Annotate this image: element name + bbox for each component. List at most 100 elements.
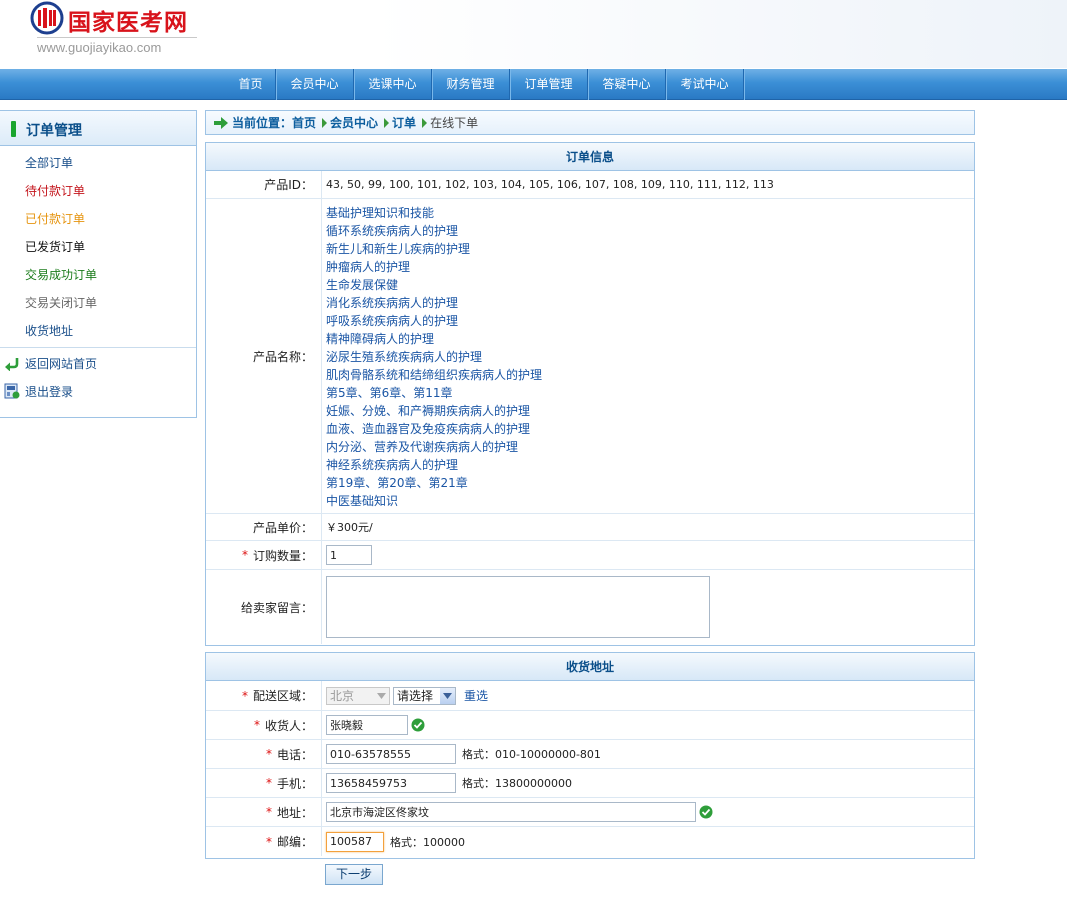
breadcrumb-prefix: 当前位置： [232, 116, 293, 130]
breadcrumb-separator-icon [322, 117, 328, 128]
region-label-cell: * 配送区域： [206, 681, 322, 710]
price-row: 产品单价： ￥300元/ [206, 514, 974, 541]
sidebar: 订单管理 全部订单 待付款订单 已付款订单 已发货订单 交易成功订单 交易关闭订… [0, 110, 197, 418]
product-name-link[interactable]: 第5章、第6章、第11章 [326, 384, 542, 402]
phone-hint: 格式：010-10000000-801 [462, 748, 601, 761]
logo-divider [37, 37, 197, 38]
mobile-label: 手机： [276, 776, 313, 791]
required-mark: * [265, 834, 272, 849]
breadcrumb-member-center[interactable]: 会员中心 [330, 114, 378, 131]
nav-item-qa-center[interactable]: 答疑中心 [588, 69, 666, 100]
phone-input[interactable] [326, 744, 456, 764]
sidebar-title-marker [11, 121, 16, 137]
product-name-link[interactable]: 循环系统疾病病人的护理 [326, 222, 542, 240]
address-input[interactable] [326, 802, 696, 822]
nav-item-course-center[interactable]: 选课中心 [354, 69, 432, 100]
product-name-link[interactable]: 中医基础知识 [326, 492, 542, 510]
main-nav: 首页 会员中心 选课中心 财务管理 订单管理 答疑中心 考试中心 [0, 69, 1067, 100]
sidebar-home-link[interactable]: 返回网站首页 [4, 354, 97, 372]
product-name-list: 基础护理知识和技能 循环系统疾病病人的护理 新生儿和新生儿疾病的护理 肿瘤病人的… [326, 199, 542, 515]
city-select[interactable]: 请选择 [393, 686, 456, 705]
logo-emblem-icon [30, 1, 64, 35]
product-name-link[interactable]: 基础护理知识和技能 [326, 204, 542, 222]
quantity-label: 订购数量： [252, 548, 313, 563]
check-ok-icon [699, 805, 713, 819]
breadcrumb-orders[interactable]: 订单 [392, 114, 416, 131]
breadcrumb: 当前位置： 首页 会员中心 订单 在线下单 [205, 110, 975, 135]
sidebar-item-paid[interactable]: 已付款订单 [25, 210, 85, 227]
reselect-link[interactable]: 重选 [464, 687, 488, 704]
required-mark: * [241, 548, 248, 562]
address-title: 收货地址 [206, 653, 974, 681]
sidebar-item-address[interactable]: 收货地址 [25, 322, 73, 339]
message-textarea[interactable] [326, 576, 710, 638]
sidebar-item-completed[interactable]: 交易成功订单 [25, 266, 97, 283]
mobile-input[interactable] [326, 773, 456, 793]
sidebar-item-all-orders[interactable]: 全部订单 [25, 154, 73, 171]
quantity-cell [322, 541, 974, 569]
nav-item-exam-center[interactable]: 考试中心 [666, 69, 744, 100]
phone-row: * 电话： 格式：010-10000000-801 [206, 740, 974, 769]
region-cell: 北京 请选择 重选 [322, 681, 974, 710]
nav-item-member-center[interactable]: 会员中心 [276, 69, 354, 100]
quantity-input[interactable] [326, 545, 372, 565]
message-cell [322, 570, 974, 644]
breadcrumb-home[interactable]: 首页 [292, 114, 316, 131]
phone-label: 电话： [276, 747, 313, 762]
product-name-label: 产品名称： [206, 199, 322, 513]
arrow-right-icon [214, 116, 228, 129]
zip-label: 邮编： [276, 835, 313, 849]
addr-label: 地址： [276, 805, 313, 820]
product-name-link[interactable]: 第19章、第20章、第21章 [326, 474, 542, 492]
price-label: 产品单价： [206, 514, 322, 540]
product-name-link[interactable]: 肌肉骨骼系统和结缔组织疾病病人的护理 [326, 366, 542, 384]
product-id-label: 产品ID： [206, 171, 322, 198]
site-header: 国家医考网 www.guojiayikao.com [0, 0, 1067, 68]
order-info-panel: 订单信息 产品ID： 43, 50, 99, 100, 101, 102, 10… [205, 142, 975, 646]
receiver-input[interactable] [326, 715, 408, 735]
nav-item-home[interactable]: 首页 [226, 69, 276, 100]
logo-url: www.guojiayikao.com [37, 40, 162, 55]
product-name-row: 产品名称： 基础护理知识和技能 循环系统疾病病人的护理 新生儿和新生儿疾病的护理… [206, 199, 974, 514]
product-name-link[interactable]: 肿瘤病人的护理 [326, 258, 542, 276]
breadcrumb-separator-icon [384, 117, 390, 128]
zip-input[interactable] [326, 831, 384, 852]
product-name-link[interactable]: 泌尿生殖系统疾病病人的护理 [326, 348, 542, 366]
quantity-row: * 订购数量： [206, 541, 974, 570]
product-name-link[interactable]: 呼吸系统疾病病人的护理 [326, 312, 542, 330]
receiver-cell [322, 711, 974, 739]
mobile-hint: 格式：13800000000 [462, 777, 572, 790]
next-step-button[interactable]: 下一步 [325, 864, 383, 885]
chevron-down-icon [440, 687, 455, 704]
sidebar-home-link-label: 返回网站首页 [25, 356, 98, 371]
message-row: 给卖家留言： [206, 570, 974, 644]
sidebar-logout-link[interactable]: 退出登录 [4, 382, 73, 400]
product-name-link[interactable]: 神经系统疾病病人的护理 [326, 456, 542, 474]
sidebar-title: 订单管理 [26, 123, 82, 139]
site-logo[interactable]: 国家医考网 www.guojiayikao.com [30, 0, 200, 62]
sidebar-item-closed[interactable]: 交易关闭订单 [25, 294, 97, 311]
product-id-value: 43, 50, 99, 100, 101, 102, 103, 104, 105… [326, 178, 774, 191]
product-name-link[interactable]: 血液、造血器官及免疫疾病病人的护理 [326, 420, 542, 438]
product-name-link[interactable]: 内分泌、营养及代谢疾病病人的护理 [326, 438, 542, 456]
nav-list: 首页 会员中心 选课中心 财务管理 订单管理 答疑中心 考试中心 [226, 69, 744, 100]
product-name-link[interactable]: 精神障碍病人的护理 [326, 330, 542, 348]
order-info-title: 订单信息 [206, 143, 974, 171]
sidebar-item-pending-payment[interactable]: 待付款订单 [25, 182, 85, 199]
zip-label-cell: * 邮编： [206, 827, 322, 856]
product-name-link[interactable]: 妊娠、分娩、和产褥期疾病病人的护理 [326, 402, 542, 420]
product-name-link[interactable]: 新生儿和新生儿疾病的护理 [326, 240, 542, 258]
product-name-cell: 基础护理知识和技能 循环系统疾病病人的护理 新生儿和新生儿疾病的护理 肿瘤病人的… [322, 199, 974, 513]
province-select[interactable]: 北京 [326, 686, 390, 705]
sidebar-header: 订单管理 [0, 111, 196, 146]
address-panel: 收货地址 * 配送区域： 北京 请选择 重选 * 收货人： 张晓毅 * 电话： … [205, 652, 975, 859]
nav-item-orders[interactable]: 订单管理 [510, 69, 588, 100]
product-name-link[interactable]: 生命发展保健 [326, 276, 542, 294]
logout-icon [4, 383, 20, 399]
addr-label-cell: * 地址： [206, 798, 322, 826]
nav-item-finance[interactable]: 财务管理 [432, 69, 510, 100]
mobile-label-cell: * 手机： [206, 769, 322, 797]
product-name-link[interactable]: 消化系统疾病病人的护理 [326, 294, 542, 312]
sidebar-item-shipped[interactable]: 已发货订单 [25, 238, 85, 255]
quantity-label-cell: * 订购数量： [206, 541, 322, 569]
